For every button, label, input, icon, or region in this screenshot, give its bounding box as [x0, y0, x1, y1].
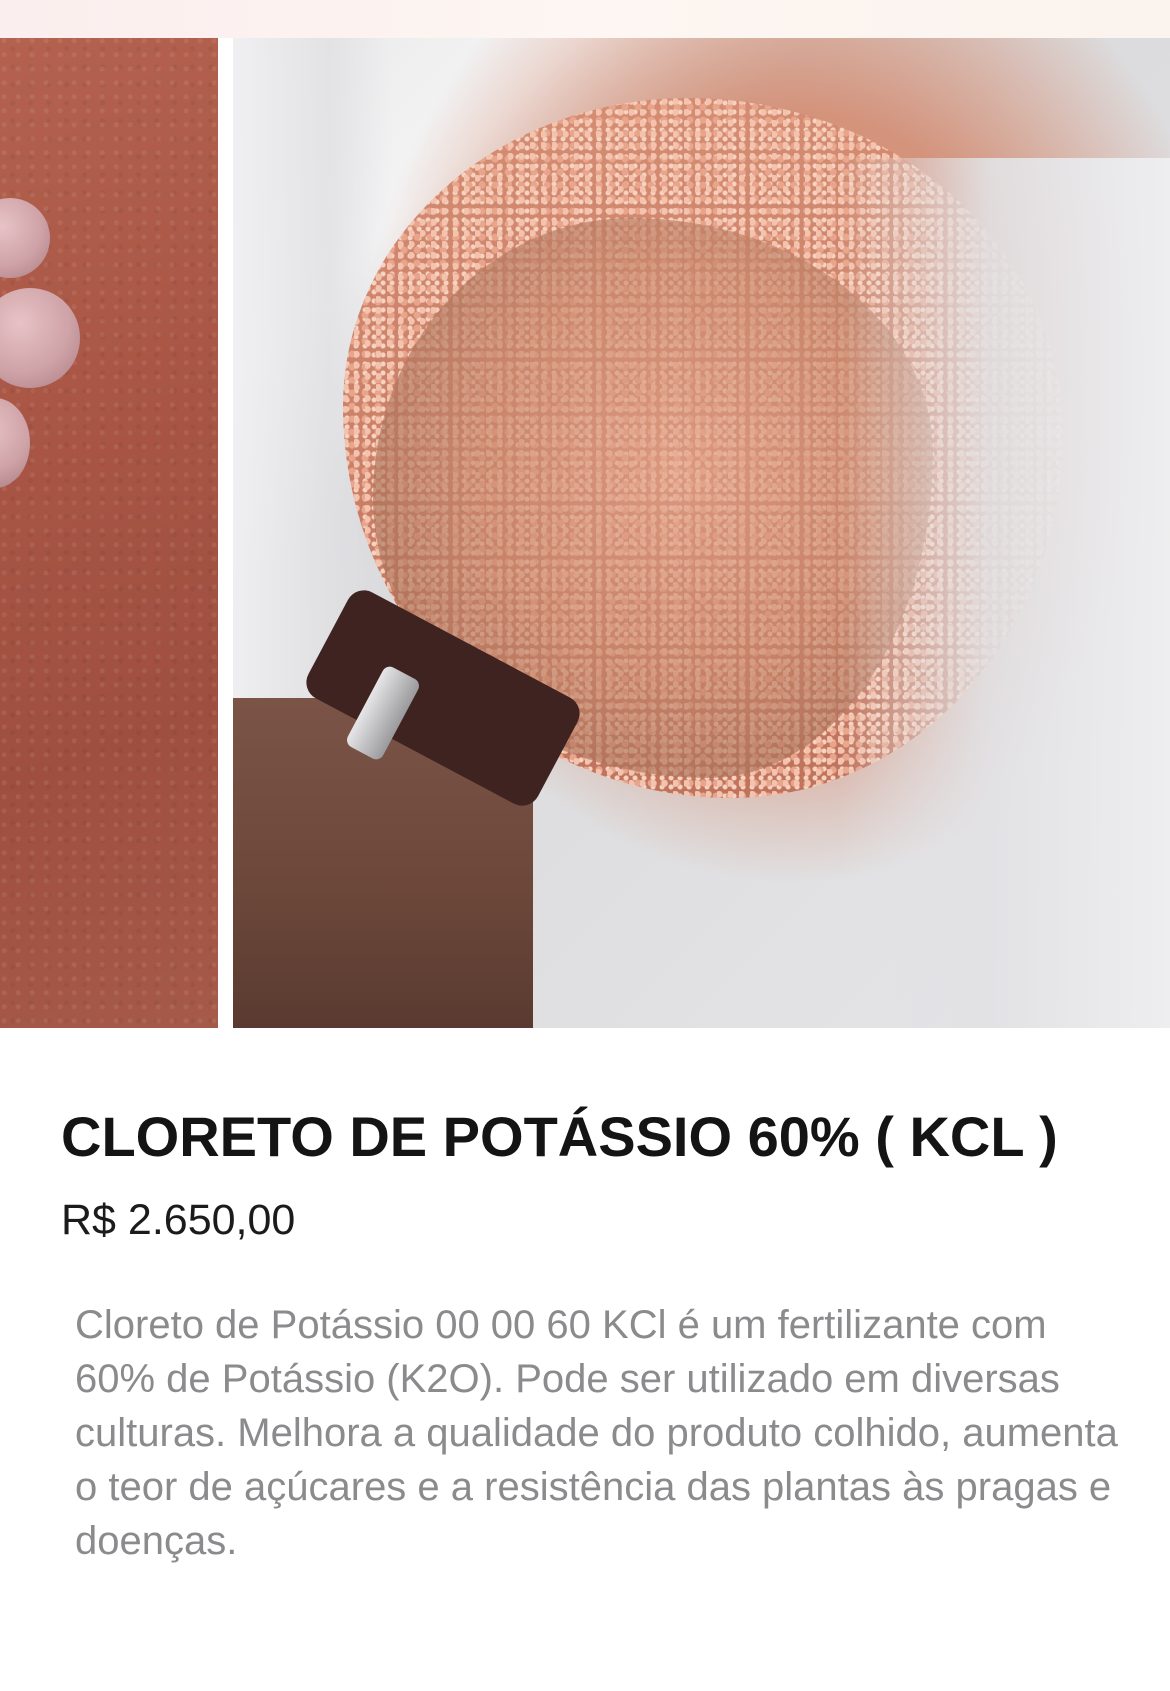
product-photo-current[interactable]: [233, 38, 1170, 1028]
product-photo-previous[interactable]: [0, 38, 218, 1028]
product-image-gallery[interactable]: [0, 38, 1170, 1028]
product-description: Cloreto de Potássio 00 00 60 KCl é um fe…: [75, 1303, 1118, 1563]
finger-shape: [0, 398, 30, 488]
product-price: R$ 2.650,00: [61, 1196, 296, 1244]
plastic-bag-right: [840, 158, 1170, 1028]
product-title: CLORETO DE POTÁSSIO 60% ( KCL ): [61, 1105, 1058, 1168]
finger-shape: [0, 288, 80, 388]
top-header-strip: [0, 0, 1170, 39]
finger-shape: [0, 198, 50, 278]
